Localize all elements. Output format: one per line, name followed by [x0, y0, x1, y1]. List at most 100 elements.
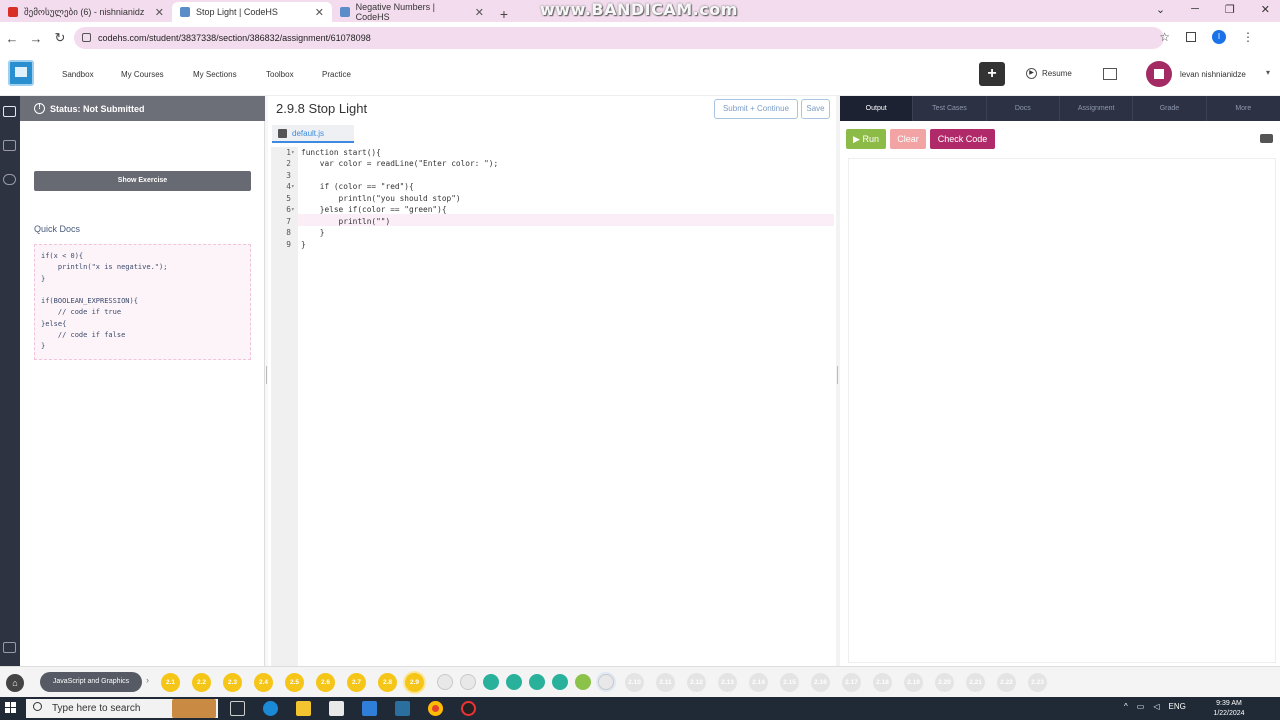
close-window-icon[interactable]: ✕ [1261, 3, 1270, 16]
panel-toggle-icon[interactable] [3, 642, 16, 653]
nav-my-courses[interactable]: My Courses [121, 70, 164, 79]
lesson-2-11[interactable]: 2.11 [656, 673, 675, 692]
lesson-2-8[interactable]: 2.8 [378, 673, 397, 692]
lesson-2-7[interactable]: 2.7 [347, 673, 366, 692]
resume-button[interactable]: ▶ Resume [1026, 68, 1072, 79]
exercise-activity-icon[interactable] [483, 674, 499, 690]
codehs-logo[interactable] [8, 60, 34, 86]
lesson-2-12[interactable]: 2.12 [687, 673, 706, 692]
user-avatar[interactable] [1146, 61, 1172, 87]
save-button[interactable]: Save [801, 99, 830, 119]
current-pencil-activity-icon[interactable] [598, 674, 614, 690]
lesson-2-14[interactable]: 2.14 [749, 673, 768, 692]
run-button[interactable]: ▶ Run [846, 129, 886, 149]
bandicam-record-icon[interactable] [461, 701, 476, 716]
tab-more[interactable]: More [1207, 96, 1280, 121]
tab-assignment[interactable]: Assignment [1060, 96, 1134, 121]
fold-arrow-icon[interactable]: ▾ [291, 204, 301, 215]
volume-icon[interactable]: ◁ [1153, 702, 1159, 711]
lesson-2-22[interactable]: 2.22 [997, 673, 1016, 692]
username[interactable]: levan nishnianidze [1180, 70, 1246, 79]
edge-browser-icon[interactable] [263, 701, 278, 716]
file-explorer-icon[interactable] [296, 701, 311, 716]
browser-tab-negative-numbers[interactable]: Negative Numbers | CodeHS ✕ [332, 2, 492, 22]
clear-button[interactable]: Clear [890, 129, 926, 149]
browser-tab-stop-light[interactable]: Stop Light | CodeHS ✕ [172, 2, 332, 22]
windows-start-icon[interactable] [5, 702, 17, 714]
lesson-2-3[interactable]: 2.3 [223, 673, 242, 692]
map-icon[interactable] [3, 106, 16, 117]
settings-gear-icon[interactable] [3, 174, 16, 185]
tab-grade[interactable]: Grade [1133, 96, 1207, 121]
store-icon[interactable] [329, 701, 344, 716]
tab-docs[interactable]: Docs [987, 96, 1060, 121]
lesson-2-13[interactable]: 2.13 [718, 673, 737, 692]
close-tab-icon[interactable]: ✕ [467, 6, 484, 19]
user-menu-caret-icon[interactable]: ▾ [1266, 68, 1270, 77]
network-icon[interactable]: ▭ [1137, 702, 1145, 711]
lesson-2-18[interactable]: 2.18 [873, 673, 892, 692]
browser-tab-gmail[interactable]: შემოსულები (6) - nishnianidz ✕ [0, 2, 172, 22]
app-icon[interactable] [395, 701, 410, 716]
nav-toolbox[interactable]: Toolbox [266, 70, 294, 79]
url-field[interactable]: codehs.com/student/3837338/section/38683… [74, 27, 1164, 49]
lesson-2-4[interactable]: 2.4 [254, 673, 273, 692]
tab-test-cases[interactable]: Test Cases [913, 96, 987, 121]
show-exercise-button[interactable]: Show Exercise [34, 171, 251, 191]
output-console[interactable] [848, 158, 1276, 663]
course-name-pill[interactable]: JavaScript and Graphics [40, 672, 142, 692]
tab-output[interactable]: Output [840, 96, 914, 121]
lesson-2-2[interactable]: 2.2 [192, 673, 211, 692]
language-indicator[interactable]: ENG [1168, 702, 1185, 711]
taskbar-clock[interactable]: 9:39 AM 1/22/2024 [1208, 699, 1250, 718]
quiz-activity-icon[interactable] [460, 674, 476, 690]
sidepanel-icon[interactable] [1186, 32, 1196, 42]
close-tab-icon[interactable]: ✕ [147, 6, 164, 19]
lesson-2-21[interactable]: 2.21 [966, 673, 985, 692]
tray-arrow-icon[interactable]: ^ [1124, 702, 1128, 711]
close-tab-icon[interactable]: ✕ [307, 6, 324, 19]
reload-icon[interactable]: ↻ [48, 30, 72, 46]
code-area[interactable]: 1 ▾ function start(){ 2 var color = readLi… [271, 147, 831, 250]
layout-icon[interactable] [1103, 68, 1117, 80]
file-tab-default-js[interactable]: default.js [272, 125, 354, 143]
lesson-2-9-current[interactable]: 2.9 [405, 673, 424, 692]
lesson-2-17[interactable]: 2.17 [842, 673, 861, 692]
lesson-2-10[interactable]: 2.10 [625, 673, 644, 692]
exercise-activity-icon[interactable] [506, 674, 522, 690]
exercise-activity-icon[interactable] [529, 674, 545, 690]
site-info-icon[interactable] [82, 33, 91, 42]
lesson-2-1[interactable]: 2.1 [161, 673, 180, 692]
lesson-2-23[interactable]: 2.23 [1028, 673, 1047, 692]
fold-arrow-icon[interactable]: ▾ [291, 181, 301, 192]
chrome-icon[interactable] [428, 701, 443, 716]
submit-continue-button[interactable]: Submit + Continue [714, 99, 798, 119]
nav-my-sections[interactable]: My Sections [193, 70, 237, 79]
restore-icon[interactable]: ❐ [1225, 3, 1235, 16]
folder-icon[interactable] [3, 140, 16, 151]
forward-arrow-icon[interactable]: → [24, 31, 48, 46]
lesson-2-15[interactable]: 2.15 [780, 673, 799, 692]
lesson-2-16[interactable]: 2.16 [811, 673, 830, 692]
nav-sandbox[interactable]: Sandbox [62, 70, 94, 79]
nav-practice[interactable]: Practice [322, 70, 351, 79]
new-tab-button[interactable]: + [494, 6, 514, 22]
bookmark-star-icon[interactable]: ☆ [1159, 30, 1170, 44]
home-icon[interactable]: ⌂ [6, 674, 24, 692]
task-view-icon[interactable] [230, 701, 245, 716]
lesson-2-5[interactable]: 2.5 [285, 673, 304, 692]
exercise-activity-icon[interactable] [552, 674, 568, 690]
lesson-2-6[interactable]: 2.6 [316, 673, 335, 692]
fold-arrow-icon[interactable]: ▾ [291, 147, 301, 158]
create-button[interactable]: + [979, 62, 1005, 86]
mail-icon[interactable] [362, 701, 377, 716]
back-arrow-icon[interactable]: ← [0, 31, 24, 46]
eraser-icon[interactable] [1260, 134, 1273, 143]
video-activity-icon[interactable] [437, 674, 453, 690]
browser-menu-icon[interactable]: ⋮ [1242, 30, 1254, 44]
lesson-2-19[interactable]: 2.19 [904, 673, 923, 692]
profile-avatar[interactable]: l [1212, 30, 1226, 44]
minimize-icon[interactable]: ─ [1191, 3, 1199, 16]
check-code-button[interactable]: Check Code [930, 129, 995, 149]
pencil-activity-icon[interactable] [575, 674, 591, 690]
